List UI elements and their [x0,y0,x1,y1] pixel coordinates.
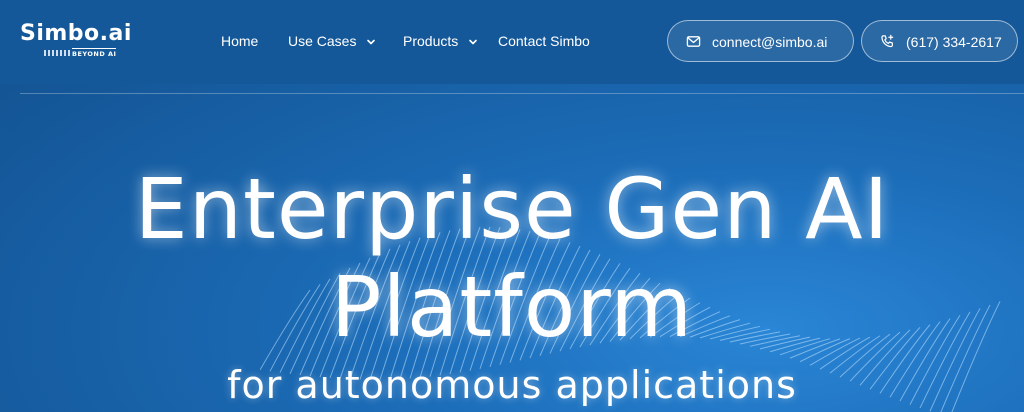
site-header: Simbo.ai BEYOND AI Home Use Cases Produc… [0,0,1024,84]
chevron-down-icon [469,39,477,45]
nav-use-cases-label: Use Cases [288,33,357,49]
hero-subtitle: for autonomous applications [227,363,797,407]
hero-title: Enterprise Gen AI Platform [0,160,1024,356]
nav-products[interactable]: Products [403,30,478,52]
nav-home-label: Home [221,33,259,49]
hero-title-line2: Platform [330,258,694,356]
email-text: connect@simbo.ai [712,34,828,50]
phone-button[interactable]: (617) 334-2617 [861,20,1018,62]
phone-icon [881,34,894,48]
logo[interactable]: Simbo.ai BEYOND AI [20,22,140,60]
header-divider [20,93,1024,94]
chevron-down-icon [367,39,376,45]
logo-tagline: BEYOND AI [72,48,117,58]
mail-icon [686,36,701,47]
nav-home[interactable]: Home [221,30,258,52]
nav-use-cases[interactable]: Use Cases [288,30,376,52]
logo-dots [44,50,70,56]
hero-title-line1: Enterprise Gen AI [134,160,890,258]
phone-text: (617) 334-2617 [906,34,1002,50]
email-button[interactable]: connect@simbo.ai [667,20,854,62]
nav-contact-simbo-label: Contact Simbo [498,33,590,49]
nav-contact-simbo[interactable]: Contact Simbo [498,30,590,52]
page: Simbo.ai BEYOND AI Home Use Cases Produc… [0,0,1024,412]
logo-wordmark: Simbo.ai [20,21,132,46]
nav-products-label: Products [403,33,459,49]
